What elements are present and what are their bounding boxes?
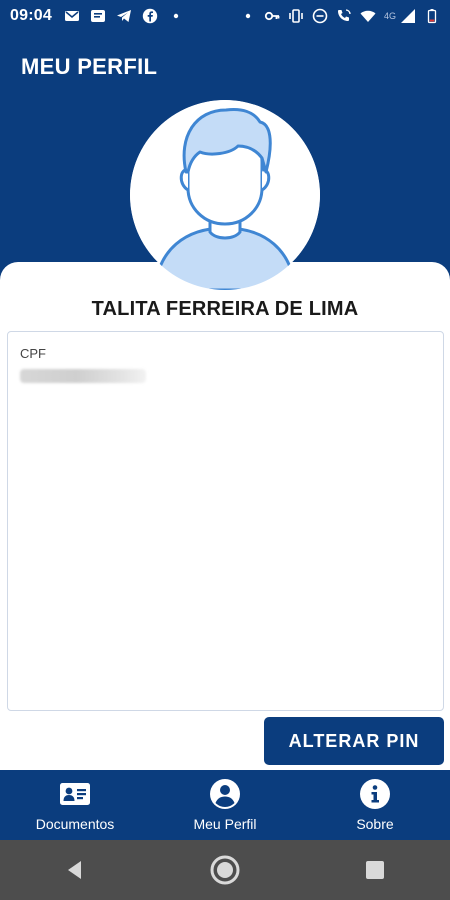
dnd-icon [312, 8, 328, 24]
nav-item-documentos[interactable]: Documentos [0, 770, 150, 840]
status-time: 09:04 [10, 7, 52, 24]
page-title: MEU PERFIL [21, 54, 158, 79]
user-avatar-icon [130, 100, 320, 290]
recents-button[interactable] [345, 840, 405, 900]
profile-info-box: CPF [7, 331, 444, 711]
nav-label-documentos: Documentos [35, 816, 115, 832]
system-nav-bar [0, 840, 450, 900]
key-icon [264, 8, 280, 24]
cpf-value-redacted [20, 369, 146, 383]
back-button[interactable] [45, 840, 105, 900]
wifi-calling-icon [336, 8, 352, 24]
facebook-icon [142, 8, 158, 24]
nav-item-meu-perfil[interactable]: Meu Perfil [150, 770, 300, 840]
id-card-icon [59, 778, 91, 810]
telegram-icon [116, 8, 132, 24]
notification-icons [64, 8, 184, 24]
battery-icon [424, 8, 440, 24]
signal-icon [400, 8, 416, 24]
home-icon [210, 855, 240, 885]
dot-icon [240, 8, 256, 24]
message-icon [90, 8, 106, 24]
network-type-label: 4G [383, 11, 396, 21]
system-status-icons: 4G [240, 0, 440, 32]
recents-icon [366, 861, 384, 879]
dot-icon [168, 8, 184, 24]
mail-icon [64, 8, 80, 24]
status-bar: 09:04 4G [0, 0, 450, 32]
nav-label-sobre: Sobre [356, 816, 394, 832]
wifi-icon [360, 8, 376, 24]
nav-label-meu-perfil: Meu Perfil [193, 816, 257, 832]
change-pin-button[interactable]: ALTERAR PIN [264, 717, 444, 765]
cpf-label: CPF [20, 346, 46, 361]
info-icon [359, 778, 391, 810]
nav-item-sobre[interactable]: Sobre [300, 770, 450, 840]
profile-name: TALITA FERREIRA DE LIMA [91, 298, 359, 320]
home-button[interactable] [195, 840, 255, 900]
bottom-nav: Documentos Meu Perfil Sobre [0, 770, 450, 840]
account-circle-icon [209, 778, 241, 810]
back-icon [68, 861, 81, 879]
vibrate-icon [288, 8, 304, 24]
